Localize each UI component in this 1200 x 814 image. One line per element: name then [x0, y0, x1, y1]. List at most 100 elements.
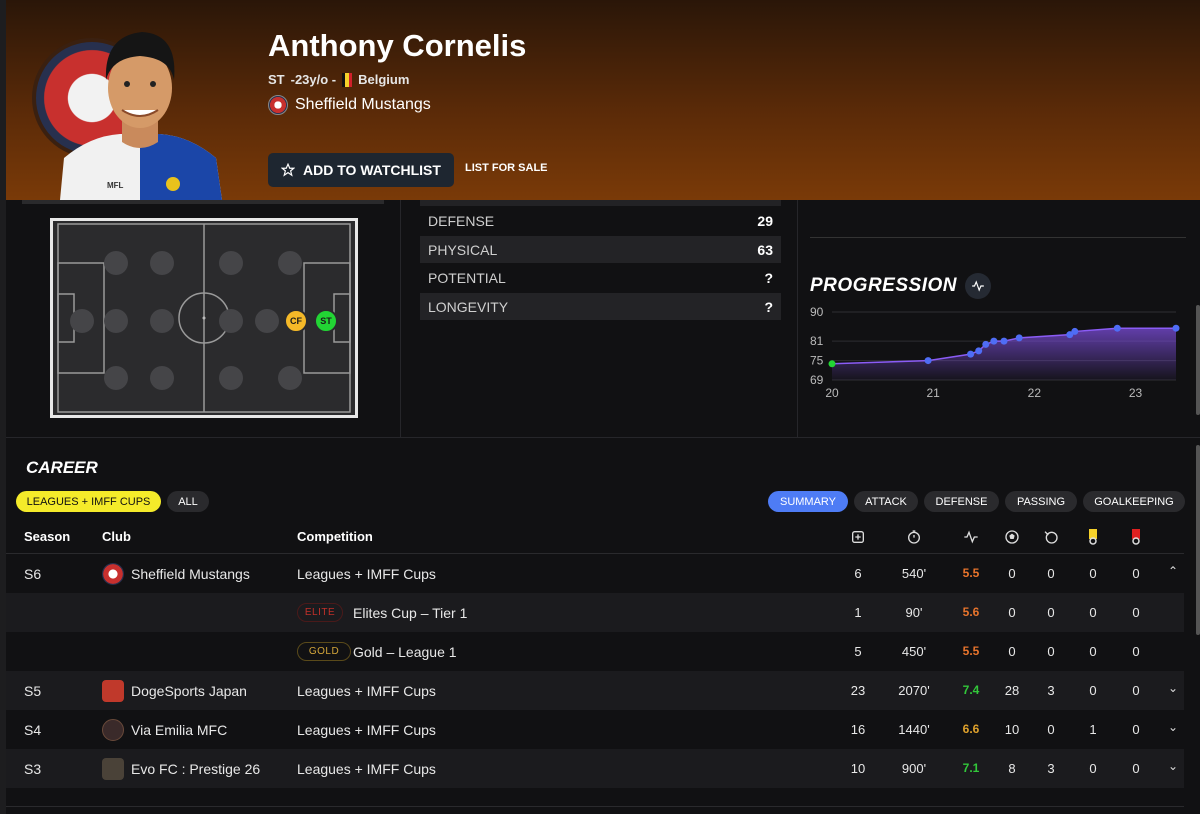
chevron-down-icon[interactable]: ⌄ — [1168, 681, 1178, 695]
club-cell[interactable]: Via Emilia MFC — [102, 719, 227, 741]
scrollbar-thumb[interactable] — [1196, 445, 1200, 635]
list-for-sale-button[interactable]: LIST FOR SALE — [465, 162, 548, 174]
header-club[interactable]: Club — [102, 529, 131, 544]
header-season[interactable]: Season — [24, 529, 70, 544]
competition-cell: Leagues + IMFF Cups — [297, 722, 436, 738]
competition-cell: Elites Cup – Tier 1 — [353, 605, 468, 621]
rating-icon[interactable] — [962, 528, 980, 546]
matches-cell: 6 — [854, 566, 862, 581]
player-club[interactable]: Sheffield Mustangs — [268, 95, 431, 115]
position-slot — [278, 251, 302, 275]
chevron-down-icon[interactable]: ⌄ — [1168, 720, 1178, 734]
data-point — [1071, 327, 1079, 335]
assists-cell: 0 — [1047, 605, 1055, 620]
rating-cell: 7.1 — [962, 761, 980, 775]
data-point — [1172, 324, 1180, 332]
attribute-value: ? — [764, 298, 773, 315]
matches-cell: 23 — [850, 683, 866, 698]
data-point — [982, 340, 990, 348]
matches-icon[interactable] — [849, 528, 867, 546]
attribute-row-physical: PHYSICAL 63 — [420, 236, 781, 263]
player-name: Anthony Cornelis — [268, 28, 527, 63]
career-row-s4[interactable]: S4 Via Emilia MFC Leagues + IMFF Cups 16… — [6, 710, 1184, 749]
tab-defense[interactable]: DEFENSE — [924, 491, 999, 512]
data-point — [1113, 324, 1121, 332]
competition-cell: Leagues + IMFF Cups — [297, 683, 436, 699]
competition-cell: Gold – League 1 — [353, 644, 457, 660]
y-tick-label: 69 — [810, 373, 824, 387]
attribute-value: 63 — [757, 241, 773, 258]
add-to-watchlist-button[interactable]: ADD TO WATCHLIST — [268, 153, 454, 187]
club-cell[interactable]: Evo FC : Prestige 26 — [102, 758, 260, 780]
data-point — [1015, 334, 1023, 342]
position-slot — [278, 366, 302, 390]
panel-separator — [810, 237, 1186, 238]
tab-summary[interactable]: SUMMARY — [768, 491, 848, 512]
assists-cell: 0 — [1047, 644, 1055, 659]
assists-cell: 0 — [1047, 566, 1055, 581]
y-tick-label: 90 — [810, 305, 824, 319]
attribute-row-defense: DEFENSE 29 — [420, 207, 781, 234]
x-tick-label: 23 — [1129, 386, 1143, 400]
position-slot — [219, 251, 243, 275]
chevron-down-icon[interactable]: ⌄ — [1168, 759, 1178, 773]
club-cell[interactable]: Sheffield Mustangs — [102, 563, 250, 585]
red-cards-cell: 0 — [1132, 644, 1140, 659]
tab-passing[interactable]: PASSING — [1005, 491, 1077, 512]
rating-cell: 5.5 — [962, 644, 980, 658]
yellow-cards-cell: 0 — [1089, 761, 1097, 776]
goals-icon[interactable] — [1003, 528, 1021, 546]
kit-text: MFL — [107, 181, 124, 190]
filter-all[interactable]: ALL — [167, 491, 209, 512]
progression-chart: 90 81 75 6920 21 22 23 — [810, 305, 1180, 400]
club-logo-icon — [102, 563, 124, 585]
goals-cell: 8 — [1008, 761, 1016, 776]
minutes-icon[interactable] — [905, 528, 923, 546]
position-slot — [150, 366, 174, 390]
yellow-cards-cell: 0 — [1089, 566, 1097, 581]
assists-icon[interactable] — [1042, 528, 1060, 546]
season-cell: S3 — [24, 761, 42, 777]
red-cards-cell: 0 — [1132, 761, 1140, 776]
career-row-s5[interactable]: S5 DogeSports Japan Leagues + IMFF Cups … — [6, 671, 1184, 710]
attribute-row-potential: POTENTIAL ? — [420, 264, 781, 291]
data-point — [967, 350, 975, 358]
x-tick-label: 22 — [1028, 386, 1042, 400]
x-tick-label: 21 — [926, 386, 940, 400]
tab-goalkeeping[interactable]: GOALKEEPING — [1083, 491, 1185, 512]
club-logo-icon — [102, 719, 124, 741]
attribute-label: DEFENSE — [428, 212, 495, 229]
club-cell[interactable]: DogeSports Japan — [102, 680, 247, 702]
activity-icon[interactable] — [964, 273, 991, 299]
filter-leagues-imff[interactable]: LEAGUES + IMFF CUPS — [16, 491, 161, 512]
scrollbar-thumb[interactable] — [1196, 305, 1200, 415]
position-slot — [104, 309, 128, 333]
competition-cell: Leagues + IMFF Cups — [297, 566, 436, 582]
panel-top-bar — [22, 200, 384, 204]
yellow-cards-cell: 0 — [1089, 605, 1097, 620]
competition-cell: Leagues + IMFF Cups — [297, 761, 436, 777]
table-bottom-border — [6, 806, 1184, 807]
rating-cell: 7.4 — [962, 683, 980, 697]
position-slot — [104, 251, 128, 275]
x-tick-label: 20 — [825, 386, 839, 400]
attribute-row-longevity: LONGEVITY ? — [420, 293, 781, 320]
tab-attack[interactable]: ATTACK — [854, 491, 918, 512]
y-tick-label: 75 — [810, 354, 824, 368]
player-avatar: MFL — [60, 32, 222, 200]
chevron-up-icon[interactable]: ⌃ — [1168, 564, 1178, 578]
career-title: CAREER — [26, 458, 98, 477]
career-row-s3[interactable]: S3 Evo FC : Prestige 26 Leagues + IMFF C… — [6, 749, 1184, 788]
header-competition[interactable]: Competition — [297, 529, 373, 544]
progression-title-text: PROGRESSION — [810, 275, 957, 296]
matches-cell: 1 — [854, 605, 862, 620]
yellow-card-icon[interactable] — [1084, 528, 1102, 546]
minutes-cell: 90' — [905, 605, 923, 620]
position-slot — [104, 366, 128, 390]
data-point — [924, 357, 932, 365]
career-row-s6[interactable]: S6 Sheffield Mustangs Leagues + IMFF Cup… — [6, 554, 1184, 593]
position-pitch: CF ST — [50, 218, 358, 418]
section-divider — [6, 437, 1200, 438]
red-card-icon[interactable] — [1127, 528, 1145, 546]
career-subrow-elite: ELITE Elites Cup – Tier 1 1 90' 5.6 0 0 … — [6, 593, 1184, 632]
